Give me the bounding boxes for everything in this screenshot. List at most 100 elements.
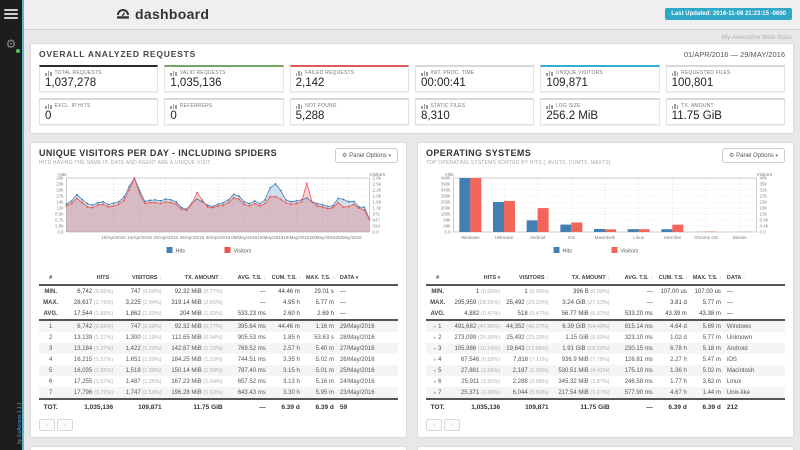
summary-row: MIN.6,742 (0.65%)747 (0.68%)92.32 MiB (0… — [39, 285, 398, 297]
svg-text:1.6k: 1.6k — [373, 200, 382, 205]
svg-text:27k: 27k — [760, 194, 768, 199]
sort-icon: ↕ — [111, 275, 114, 281]
metric-label: Log Size — [546, 103, 653, 109]
bar-chart-svg: 0.00.049k4.4k98k8.9k150k13k200k18k250k22… — [426, 170, 785, 264]
column-header[interactable]: Avg. T.S. ↕ — [226, 272, 269, 285]
metric-label: Valid Requests — [170, 70, 277, 76]
column-header[interactable]: Tx. Amount ↕ — [552, 272, 613, 285]
metric-label: Tx. Amount — [672, 103, 779, 109]
column-header[interactable]: Tx. Amount ↕ — [165, 272, 226, 285]
pagination: ‹ › — [39, 419, 398, 431]
svg-text:Visitors: Visitors — [370, 172, 386, 178]
expand-row-icon[interactable]: ▸ — [434, 379, 437, 385]
table-row: 617,255 (1.67%)1,487 (1.35%)167.23 MiB (… — [39, 376, 398, 387]
summary-row: AVG.17,544 (1.69%)1,862 (1.69%)204 MiB (… — [39, 308, 398, 320]
svg-text:Hits: Hits — [563, 249, 573, 255]
column-header[interactable]: Data ↕ — [724, 272, 785, 285]
metric-static-files: Static Files8,310 — [415, 98, 534, 125]
metric-label: Init. Proc. Time — [421, 70, 528, 76]
svg-text:5.7k: 5.7k — [55, 218, 64, 223]
overview-title: Overall Analyzed Requests — [39, 49, 196, 59]
metric-label: Referrers — [170, 103, 277, 109]
column-header[interactable]: Visitors ↕ — [503, 272, 551, 285]
svg-text:25/May/2016: 25/May/2016 — [336, 235, 363, 240]
svg-text:647: 647 — [373, 218, 381, 223]
expand-row-icon[interactable]: ▸ — [434, 335, 437, 341]
metric-value: 109,871 — [546, 77, 653, 89]
column-header[interactable]: # — [39, 272, 62, 285]
svg-text:20/May/2016: 20/May/2016 — [309, 235, 336, 240]
metric-value: 256.2 MiB — [546, 110, 653, 122]
column-header[interactable]: Visitors ↕ — [116, 272, 164, 285]
svg-text:Android: Android — [530, 235, 546, 240]
sort-icon: ↕ — [263, 275, 266, 281]
metric-value: 100,801 — [672, 77, 779, 89]
prev-page-button[interactable]: ‹ — [426, 419, 442, 431]
column-header[interactable]: Data ▾ — [337, 272, 398, 285]
prev-page-button[interactable]: ‹ — [39, 419, 55, 431]
static-requests-panel: Static Requests Top static requests sort… — [30, 446, 407, 450]
svg-text:30/Apr/2016: 30/Apr/2016 — [206, 235, 231, 240]
svg-text:390k: 390k — [441, 182, 452, 187]
table-row: 717,796 (1.72%)1,747 (1.59%)196.28 MiB (… — [39, 387, 398, 399]
column-header[interactable]: # — [426, 272, 449, 285]
svg-text:8.5k: 8.5k — [55, 212, 64, 217]
next-page-button[interactable]: › — [444, 419, 460, 431]
expand-row-icon[interactable]: ▸ — [434, 390, 437, 396]
panel-options-button[interactable]: ⚙ Panel Options ▾ — [335, 148, 398, 163]
os-table: #Hits ▾Visitors ↕Tx. Amount ↕Avg. T.S. ↕… — [426, 272, 785, 415]
sort-icon: ↕ — [220, 275, 223, 281]
panel-options-button[interactable]: ⚙ Panel Options ▾ — [722, 148, 785, 163]
bar-chart-icon — [421, 104, 428, 109]
column-header[interactable]: Avg. T.S. ↕ — [613, 272, 656, 285]
table-row: ▸ 527,881 (2.69%)2,187 (1.99%)530.51 MiB… — [426, 365, 785, 376]
svg-text:Windows: Windows — [461, 235, 480, 240]
menu-icon[interactable] — [4, 9, 18, 19]
svg-text:1.3k: 1.3k — [373, 206, 382, 211]
metric-label: Not Found — [296, 103, 403, 109]
svg-text:340k: 340k — [441, 188, 452, 193]
svg-text:10/Apr/2016: 10/Apr/2016 — [101, 235, 126, 240]
metric-requested-files: Requested Files100,801 — [666, 65, 785, 92]
column-header[interactable]: Cum. T.S. ↕ — [656, 272, 690, 285]
svg-text:25/Apr/2016: 25/Apr/2016 — [180, 235, 205, 240]
summary-row: MAX.295,959 (28.59%)25,492 (23.20%)3.24 … — [426, 297, 785, 308]
table-row: ▸ 467,546 (6.53%)7,816 (7.11%)936.9 MiB … — [426, 354, 785, 365]
column-header[interactable]: Max. T.S. ↕ — [303, 272, 337, 285]
expand-row-icon[interactable]: ▸ — [434, 346, 437, 352]
bar-chart-icon — [170, 71, 177, 76]
summary-row: MAX.28,617 (2.76%)3,225 (2.94%)319.14 Mi… — [39, 297, 398, 308]
svg-text:Visitors: Visitors — [757, 172, 773, 178]
metric-value: 00:00:41 — [421, 77, 528, 89]
expand-row-icon[interactable]: ▸ — [434, 357, 437, 363]
next-page-button[interactable]: › — [57, 419, 73, 431]
svg-text:Hits: Hits — [58, 172, 67, 178]
column-header[interactable]: Hits ▾ — [449, 272, 503, 285]
expand-row-icon[interactable]: ▸ — [434, 324, 437, 330]
bar-chart-icon — [546, 104, 553, 109]
bar-chart-icon — [170, 104, 177, 109]
svg-text:18k: 18k — [760, 206, 768, 211]
sort-icon: ↕ — [159, 275, 162, 281]
os-panel-subtitle: Top Operating Systems sorted by hits [, … — [426, 160, 611, 166]
os-panel-title: Operating Systems — [426, 148, 611, 158]
bar-chart-icon — [296, 104, 303, 109]
sort-icon: ↕ — [743, 275, 746, 281]
expand-row-icon[interactable]: ▸ — [434, 368, 437, 374]
visitors-panel-title: Unique visitors per day - Including spid… — [39, 148, 277, 158]
column-header[interactable]: Hits ↕ — [62, 272, 116, 285]
metric-label: Unique Visitors — [546, 70, 653, 76]
column-header[interactable]: Cum. T.S. ↕ — [269, 272, 303, 285]
settings-gear-icon[interactable]: ⚙ — [4, 37, 18, 51]
visitors-area-chart: 0.00.02.8k3245.7k6478.5k97111k1.3k14k1.6… — [39, 170, 398, 269]
pagination: ‹ › — [426, 419, 785, 431]
table-row: 213,139 (1.27%)1,300 (1.18%)112.65 MiB (… — [39, 332, 398, 343]
svg-text:2.8k: 2.8k — [55, 224, 64, 229]
column-header[interactable]: Max. T.S. ↕ — [690, 272, 724, 285]
svg-text:0.0: 0.0 — [373, 230, 380, 235]
metric-value: 0 — [170, 110, 277, 122]
metric-total-requests: Total Requests1,037,278 — [39, 65, 158, 92]
svg-text:Macintosh: Macintosh — [595, 235, 616, 240]
svg-text:14k: 14k — [56, 200, 64, 205]
metric-value: 5,288 — [296, 110, 403, 122]
